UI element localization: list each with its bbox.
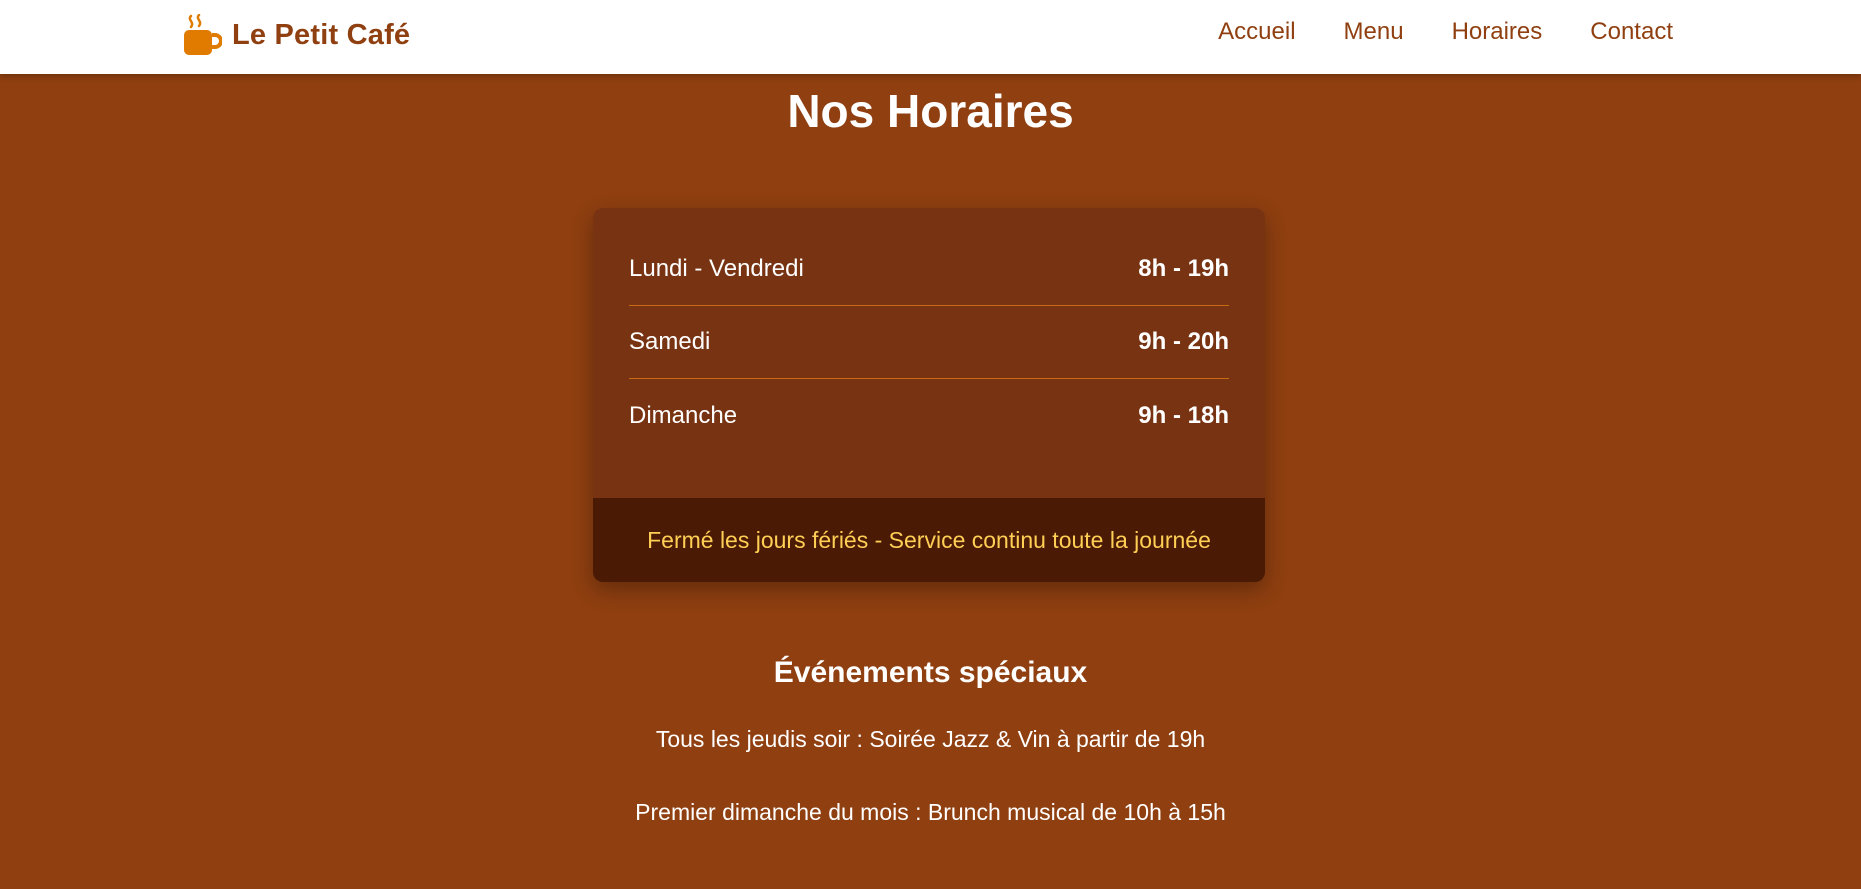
hours-day: Dimanche <box>629 401 738 429</box>
event-item: Tous les jeudis soir : Soirée Jazz & Vin… <box>655 726 1206 752</box>
event-item: Premier dimanche du mois : Brunch musica… <box>635 799 1226 825</box>
hours-time: 9h - 18h <box>1138 401 1229 429</box>
coffee-cup-icon <box>182 14 222 56</box>
hours-card: Lundi - Vendredi 8h - 19h Samedi 9h - 20… <box>593 208 1265 582</box>
brand-logo-link[interactable]: Le Petit Café <box>182 12 410 58</box>
brand-name: Le Petit Café <box>232 18 411 51</box>
hours-time: 9h - 20h <box>1138 328 1229 355</box>
hours-time: 8h - 19h <box>1138 255 1229 282</box>
nav-link-horaires[interactable]: Horaires <box>1452 18 1543 46</box>
hours-row: Lundi - Vendredi 8h - 19h <box>629 233 1229 306</box>
nav-link-contact[interactable]: Contact <box>1590 18 1673 46</box>
main-nav: Accueil Menu Horaires Contact <box>1218 18 1673 46</box>
navbar: Le Petit Café Accueil Menu Horaires Cont… <box>0 0 1861 74</box>
hours-row: Samedi 9h - 20h <box>629 306 1229 379</box>
hours-list: Lundi - Vendredi 8h - 19h Samedi 9h - 20… <box>593 208 1265 498</box>
nav-link-accueil[interactable]: Accueil <box>1218 18 1295 46</box>
hours-day: Lundi - Vendredi <box>629 255 804 282</box>
page-title: Nos Horaires <box>787 85 1074 137</box>
hours-day: Samedi <box>629 328 711 355</box>
events-title: Événements spéciaux <box>773 656 1088 689</box>
hours-note: Fermé les jours fériés - Service continu… <box>593 498 1265 582</box>
hours-row: Dimanche 9h - 18h <box>629 379 1229 452</box>
nav-link-menu[interactable]: Menu <box>1344 18 1404 46</box>
